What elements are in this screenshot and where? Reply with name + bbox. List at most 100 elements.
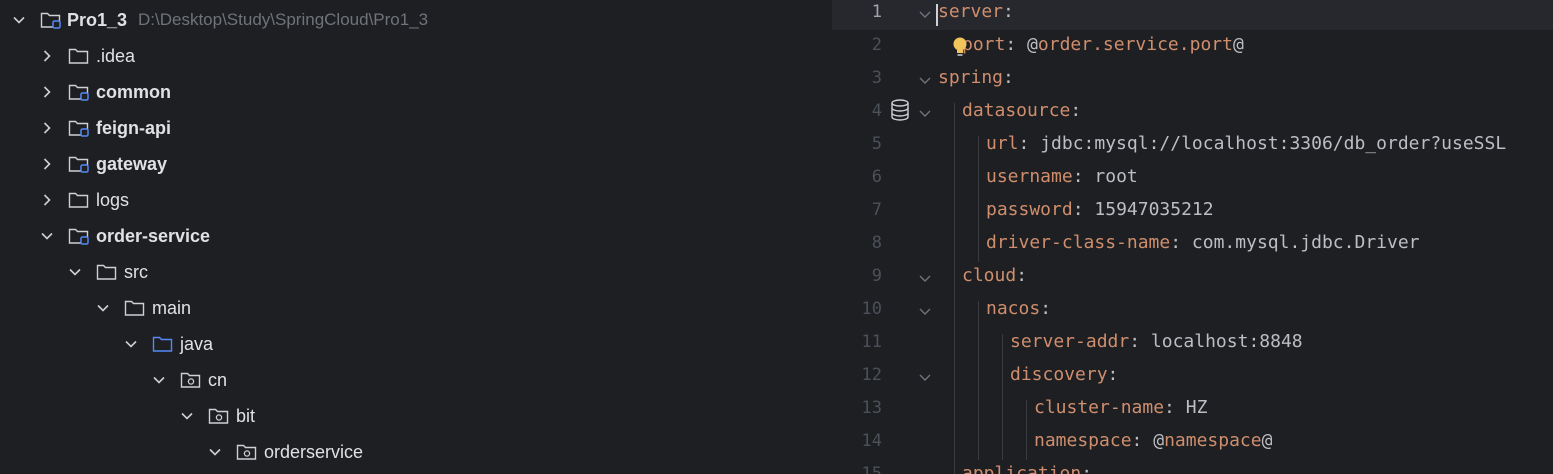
line-number: 11 bbox=[861, 332, 882, 352]
tree-item-label: feign-api bbox=[96, 117, 171, 138]
project-root-name: Pro1_3 bbox=[67, 9, 128, 30]
line-number: 5 bbox=[871, 134, 882, 154]
tree-row[interactable]: java bbox=[0, 326, 832, 362]
yaml-separator: : bbox=[1018, 133, 1041, 154]
fold-chevron-icon[interactable] bbox=[918, 72, 932, 86]
line-number: 4 bbox=[871, 101, 882, 121]
yaml-key: username bbox=[986, 166, 1073, 187]
code-line: discovery: bbox=[1010, 364, 1118, 385]
yaml-separator: : bbox=[1072, 166, 1095, 187]
module-folder-icon bbox=[40, 11, 62, 29]
chevron-down-icon[interactable] bbox=[68, 265, 82, 279]
yaml-separator: : bbox=[1016, 265, 1028, 286]
code-line: server: bbox=[938, 1, 1014, 22]
yaml-key: nacos bbox=[986, 298, 1041, 319]
tree-row[interactable]: gateway bbox=[0, 146, 832, 182]
yaml-separator: : bbox=[1040, 298, 1052, 319]
tree-row[interactable]: .idea bbox=[0, 38, 832, 74]
chevron-down-icon[interactable] bbox=[40, 229, 54, 243]
line-number: 12 bbox=[861, 365, 882, 385]
chevron-down-icon[interactable] bbox=[152, 373, 166, 387]
folder-icon bbox=[68, 47, 90, 65]
chevron-down-icon[interactable] bbox=[180, 409, 194, 423]
tree-row[interactable]: main bbox=[0, 290, 832, 326]
code-line: namespace: @namespace@ bbox=[1034, 430, 1272, 451]
tree-row[interactable]: orderservice bbox=[0, 434, 832, 470]
chevron-right-icon[interactable] bbox=[40, 49, 54, 63]
tree-row[interactable]: feign-api bbox=[0, 110, 832, 146]
tree-item-label: java bbox=[180, 333, 214, 354]
line-number: 3 bbox=[871, 68, 882, 88]
tree-item-label: common bbox=[96, 81, 172, 102]
yaml-key: server-addr bbox=[1010, 331, 1130, 352]
tree-row[interactable]: src bbox=[0, 254, 832, 290]
chevron-right-icon[interactable] bbox=[40, 121, 54, 135]
module-folder-icon bbox=[68, 227, 90, 245]
line-number: 10 bbox=[861, 299, 882, 319]
package-icon bbox=[180, 371, 202, 389]
chevron-right-icon[interactable] bbox=[40, 193, 54, 207]
tree-item-label: cn bbox=[208, 369, 228, 390]
code-line: username: root bbox=[986, 166, 1138, 187]
yaml-separator: : bbox=[1003, 1, 1014, 22]
package-icon bbox=[208, 407, 230, 425]
project-root-path: D:\Desktop\Study\SpringCloud\Pro1_3 bbox=[138, 10, 429, 29]
tree-row-root[interactable]: Pro1_3 D:\Desktop\Study\SpringCloud\Pro1… bbox=[0, 2, 832, 38]
code-line: port: @order.service.port@ bbox=[962, 34, 1244, 55]
line-number: 9 bbox=[871, 266, 882, 286]
line-number: 14 bbox=[861, 431, 882, 451]
yaml-key: datasource bbox=[962, 100, 1071, 121]
tree-item-label: bit bbox=[236, 405, 256, 426]
module-folder-icon bbox=[68, 119, 90, 137]
yaml-separator: : bbox=[1131, 430, 1154, 451]
tree-row[interactable]: bit bbox=[0, 398, 832, 434]
tree-row[interactable]: common bbox=[0, 74, 832, 110]
chevron-down-icon[interactable] bbox=[208, 445, 222, 459]
fold-chevron-icon[interactable] bbox=[918, 6, 932, 20]
source-root-folder-icon bbox=[152, 335, 174, 353]
tree-item-label: main bbox=[152, 297, 192, 318]
yaml-value: root bbox=[1094, 166, 1138, 187]
code-line: application: bbox=[962, 463, 1092, 474]
module-folder-icon bbox=[68, 155, 90, 173]
yaml-value: com.mysql.jdbc.Driver bbox=[1191, 232, 1420, 253]
yaml-key: spring bbox=[938, 67, 1004, 88]
intention-bulb-icon[interactable] bbox=[950, 36, 970, 58]
yaml-value: jdbc:mysql://localhost:3306/db_order?use… bbox=[1040, 133, 1507, 154]
fold-chevron-icon[interactable] bbox=[918, 105, 932, 119]
yaml-key: driver-class-name bbox=[986, 232, 1171, 253]
tree-item-label: order-service bbox=[96, 225, 211, 246]
code-line: spring: bbox=[938, 67, 1014, 88]
chevron-down-icon[interactable] bbox=[96, 301, 110, 315]
database-icon[interactable] bbox=[890, 99, 910, 121]
yaml-key: cloud bbox=[962, 265, 1017, 286]
yaml-value: @order.service.port@ bbox=[1027, 34, 1244, 55]
chevron-right-icon[interactable] bbox=[40, 157, 54, 171]
fold-chevron-icon[interactable] bbox=[918, 369, 932, 383]
chevron-right-icon[interactable] bbox=[40, 85, 54, 99]
module-folder-icon bbox=[68, 83, 90, 101]
tree-item-label: src bbox=[124, 261, 148, 282]
package-icon bbox=[236, 443, 258, 461]
folder-icon bbox=[68, 191, 90, 209]
tree-item-label: gateway bbox=[96, 153, 168, 174]
yaml-value: @namespace@ bbox=[1153, 430, 1273, 451]
chevron-down-icon[interactable] bbox=[12, 13, 26, 27]
chevron-down-icon[interactable] bbox=[124, 337, 138, 351]
tree-row[interactable]: cn bbox=[0, 362, 832, 398]
indent-guide bbox=[978, 301, 979, 460]
yaml-separator: : bbox=[1170, 232, 1192, 253]
tree-row[interactable]: order-service bbox=[0, 218, 832, 254]
yaml-separator: : bbox=[1070, 100, 1082, 121]
yaml-separator: : bbox=[1129, 331, 1151, 352]
tree-item-label: .idea bbox=[96, 45, 136, 66]
yaml-separator: : bbox=[1081, 463, 1093, 474]
tree-item-label: orderservice bbox=[264, 441, 364, 462]
yaml-separator: : bbox=[1072, 199, 1095, 220]
fold-chevron-icon[interactable] bbox=[918, 303, 932, 317]
code-editor[interactable]: 1 server: 2 port: @order.service.port@ 3 spri… bbox=[832, 0, 1553, 474]
line-number: 6 bbox=[871, 167, 882, 187]
code-line: url: jdbc:mysql://localhost:3306/db_orde… bbox=[986, 133, 1506, 154]
tree-row[interactable]: logs bbox=[0, 182, 832, 218]
fold-chevron-icon[interactable] bbox=[918, 270, 932, 284]
